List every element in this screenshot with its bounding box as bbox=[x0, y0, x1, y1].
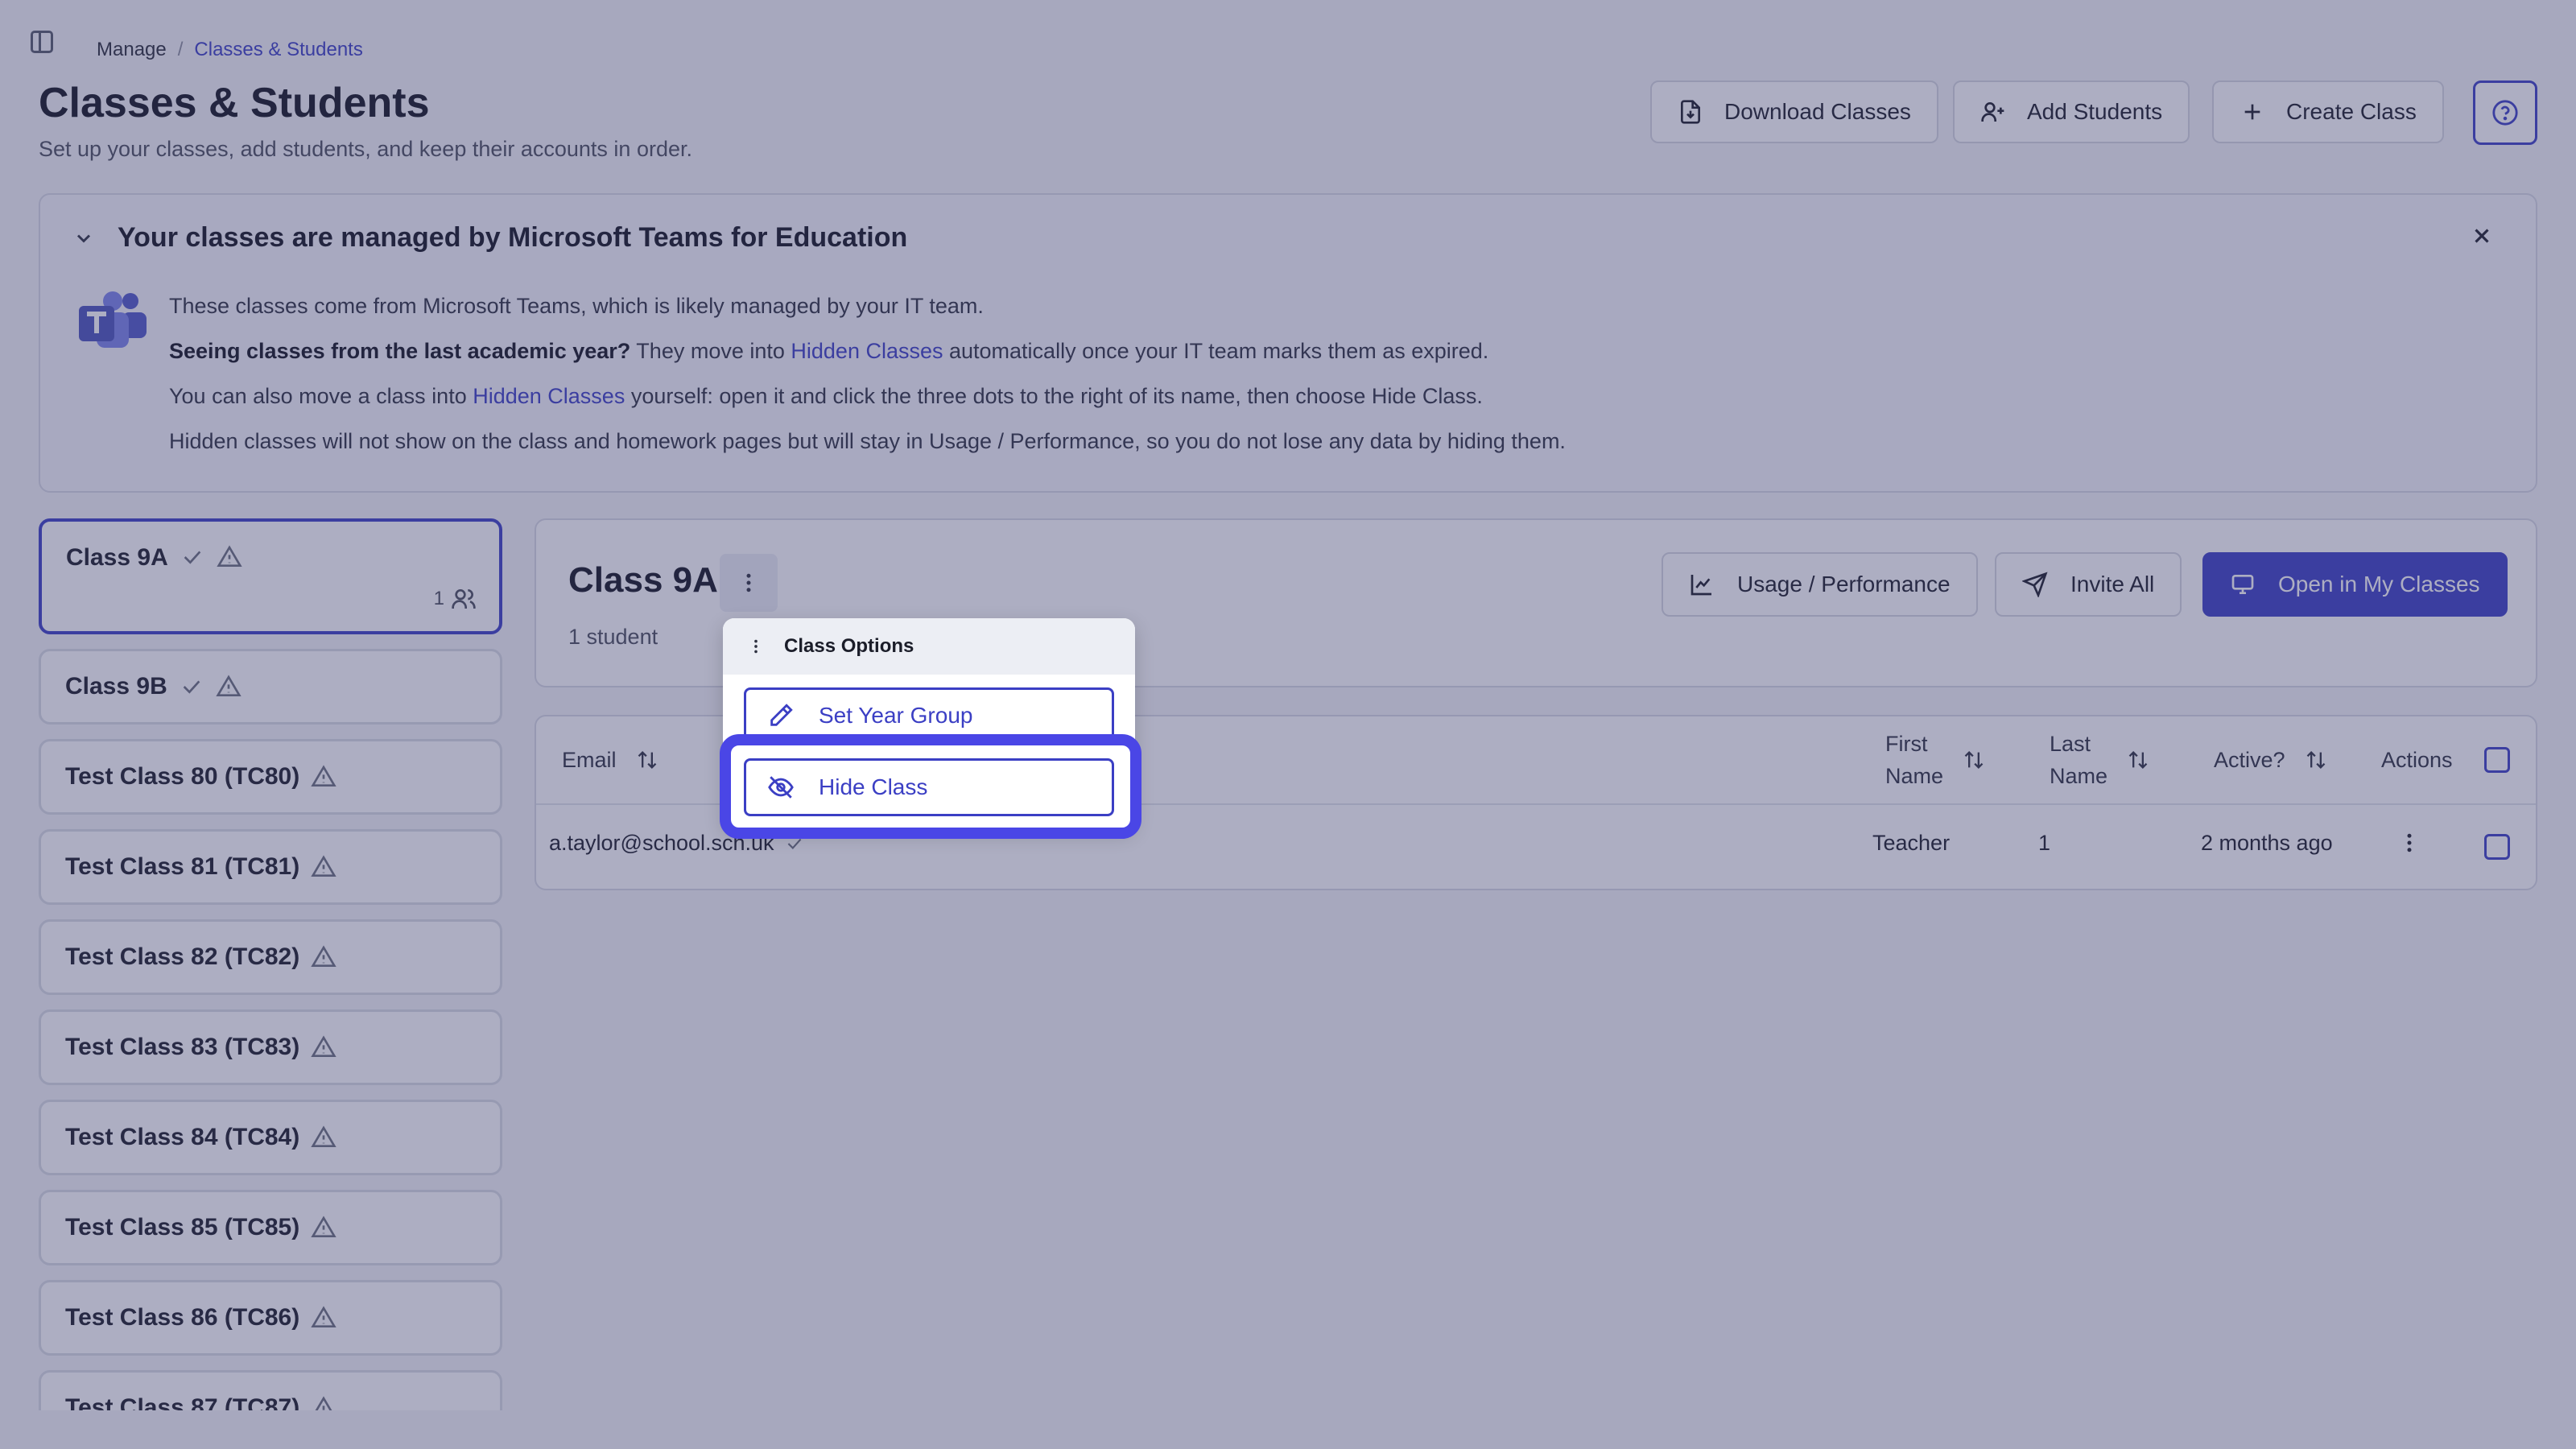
modal-backdrop bbox=[0, 0, 2576, 1449]
hide-class-label: Hide Class bbox=[819, 774, 928, 799]
more-vertical-icon bbox=[754, 639, 758, 654]
hide-class-menu-item[interactable]: Hide Class bbox=[744, 758, 1114, 816]
page: Manage / Classes & Students Classes & St… bbox=[0, 0, 2576, 1449]
class-options-header: Class Options bbox=[723, 618, 1135, 675]
pencil-icon bbox=[770, 704, 793, 726]
set-year-group-label: Set Year Group bbox=[819, 703, 973, 728]
class-options-title: Class Options bbox=[784, 635, 914, 657]
eye-off-icon bbox=[768, 776, 794, 799]
